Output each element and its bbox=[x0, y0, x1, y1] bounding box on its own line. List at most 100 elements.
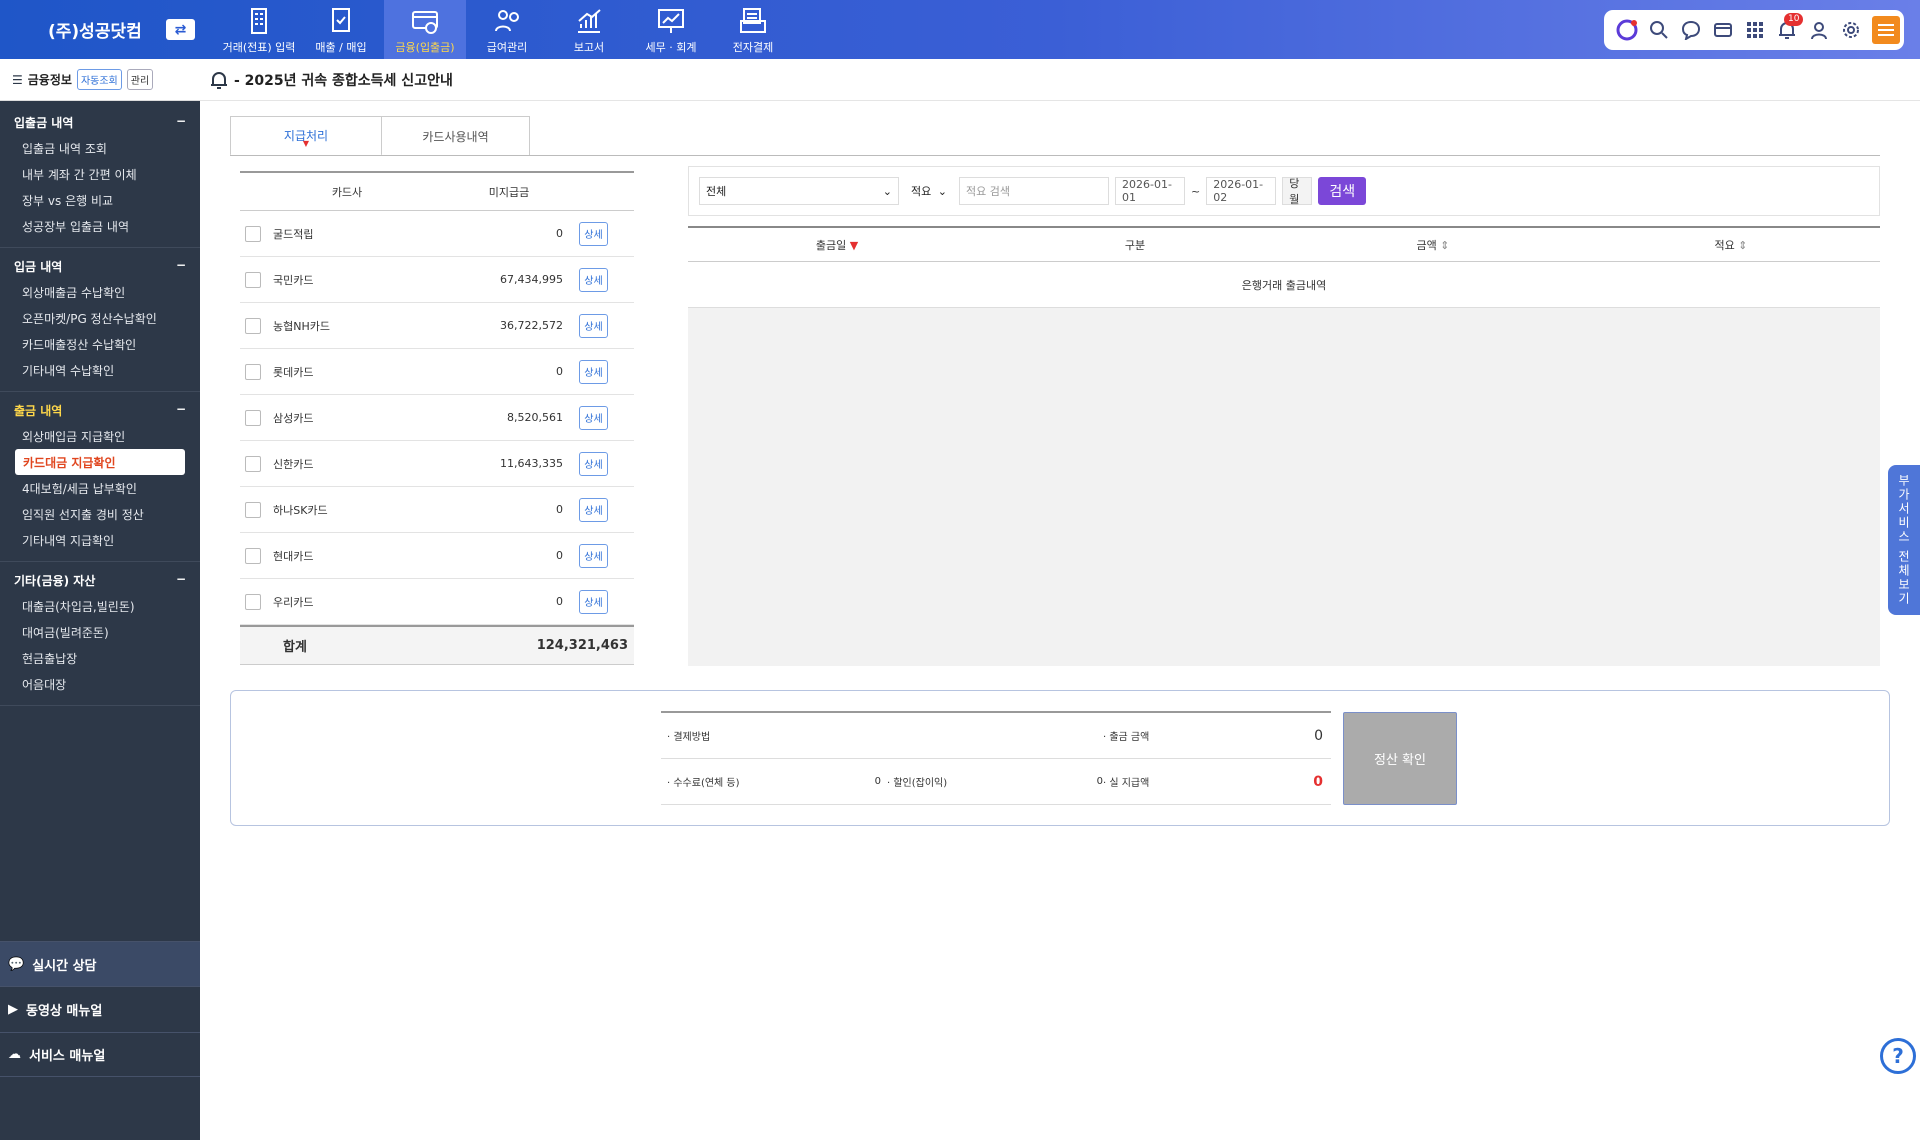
settlement-confirm-button[interactable]: 정산 확인 bbox=[1343, 712, 1457, 805]
play-icon: ▶ bbox=[8, 1001, 18, 1017]
sidebar-item[interactable]: 현금출납장 bbox=[0, 645, 200, 671]
sidebar-title: 금융정보 bbox=[27, 73, 72, 87]
sidebar-header: ☰ 금융정보 자동조회 관리 bbox=[0, 59, 200, 101]
detail-button[interactable]: 상세 bbox=[579, 313, 608, 338]
chat-icon: 💬 bbox=[8, 956, 25, 972]
sidebar-item-active[interactable]: 카드대금 지급확인 bbox=[15, 449, 185, 475]
sidebar-item[interactable]: 성공장부 입출금 내역 bbox=[0, 213, 200, 239]
card-payable-table: 카드사 미지급금 굴드적립 0 상세 국민카드 67,434,995 상세 농협NH카드… bbox=[240, 171, 634, 665]
sidebar-section: 입출금 내역 − 입출금 내역 조회 내부 계좌 간 간편 이체 장부 vs 은행… bbox=[0, 104, 200, 248]
sidebar-item[interactable]: 임직원 선지출 경비 정산 bbox=[0, 501, 200, 527]
detail-button[interactable]: 상세 bbox=[579, 267, 608, 292]
bell-icon[interactable]: 10 bbox=[1776, 13, 1804, 41]
payment-method-label: · 결제방법 bbox=[667, 732, 711, 743]
sidebar-item[interactable]: 오픈마켓/PG 정산수납확인 bbox=[0, 305, 200, 331]
sidebar-item[interactable]: 카드매출정산 수납확인 bbox=[0, 331, 200, 357]
sidebar-item[interactable]: 외상매입금 지급확인 bbox=[0, 423, 200, 449]
menu-e-payment[interactable]: 전자결제 bbox=[712, 0, 794, 59]
sidebar-item[interactable]: 기타내역 수납확인 bbox=[0, 357, 200, 383]
video-manual-button[interactable]: ▶ 동영상 매뉴얼 bbox=[0, 986, 200, 1031]
notice-text: - 2025년 귀속 종합소득세 신고안내 bbox=[234, 73, 453, 89]
hamburger-menu-icon[interactable] bbox=[1872, 16, 1900, 44]
manage-button[interactable]: 관리 bbox=[126, 69, 154, 90]
date-from-input[interactable]: 2026-01-01 bbox=[1115, 177, 1185, 205]
menu-transaction-entry[interactable]: 거래(전표) 입력 bbox=[218, 0, 300, 59]
discount-label: · 할인(잡이익) bbox=[887, 778, 948, 789]
tab-card-usage[interactable]: 카드사용내역 bbox=[382, 116, 530, 156]
gear-icon[interactable] bbox=[1840, 19, 1862, 41]
sidebar-item[interactable]: 4대보험/세금 납부확인 bbox=[0, 475, 200, 501]
detail-button[interactable]: 상세 bbox=[579, 451, 608, 476]
sidebar-section-title[interactable]: 입출금 내역 − bbox=[0, 110, 200, 135]
tab-payment-processing[interactable]: 지급처리 ▼ bbox=[230, 116, 382, 156]
row-checkbox[interactable] bbox=[245, 363, 261, 380]
column-header-memo[interactable]: 적요 ⇕ bbox=[1582, 237, 1880, 253]
card-icon[interactable] bbox=[1712, 19, 1734, 41]
detail-button[interactable]: 상세 bbox=[579, 589, 608, 614]
menu-label: 세무 · 회계 bbox=[645, 41, 697, 54]
menu-reports[interactable]: 보고서 bbox=[548, 0, 630, 59]
total-amount: 124,321,463 bbox=[536, 638, 628, 653]
column-header-amount[interactable]: 금액 ⇕ bbox=[1284, 237, 1582, 253]
menu-tax-accounting[interactable]: 세무 · 회계 bbox=[630, 0, 712, 59]
row-checkbox[interactable] bbox=[245, 317, 261, 334]
swap-company-button[interactable]: ⇄ bbox=[166, 19, 195, 40]
table-row: 신한카드 11,643,335 상세 bbox=[240, 441, 634, 487]
chat-bubble-icon[interactable] bbox=[1680, 19, 1702, 41]
date-to-input[interactable]: 2026-01-02 bbox=[1206, 177, 1277, 205]
auto-lookup-button[interactable]: 자동조회 bbox=[76, 69, 122, 90]
card-amount: 0 bbox=[556, 549, 563, 562]
search-icon[interactable] bbox=[1648, 19, 1670, 41]
row-checkbox[interactable] bbox=[245, 547, 261, 564]
detail-button[interactable]: 상세 bbox=[579, 405, 608, 430]
detail-button[interactable]: 상세 bbox=[579, 221, 608, 246]
column-header-date[interactable]: 출금일 ▼ bbox=[688, 237, 986, 253]
menu-payroll[interactable]: 급여관리 bbox=[466, 0, 548, 59]
type-select[interactable]: 전체 ⌄ bbox=[699, 177, 899, 205]
card-name: 현대카드 bbox=[273, 549, 314, 563]
sidebar-item[interactable]: 내부 계좌 간 간편 이체 bbox=[0, 161, 200, 187]
chatbot-icon[interactable] bbox=[1616, 19, 1638, 41]
row-checkbox[interactable] bbox=[245, 225, 261, 242]
keyword-input[interactable]: 적요 검색 bbox=[959, 177, 1109, 205]
card-amount: 0 bbox=[556, 595, 563, 608]
table-row: 삼성카드 8,520,561 상세 bbox=[240, 395, 634, 441]
additional-services-tab[interactable]: 부가서비스 전체보기 bbox=[1888, 465, 1920, 615]
row-checkbox[interactable] bbox=[245, 271, 261, 288]
sidebar-item[interactable]: 대여금(빌려준돈) bbox=[0, 619, 200, 645]
sidebar-item[interactable]: 외상매출금 수납확인 bbox=[0, 279, 200, 305]
menu-sales-purchase[interactable]: 매출 / 매입 bbox=[300, 0, 382, 59]
sidebar-item[interactable]: 어음대장 bbox=[0, 671, 200, 697]
menu-finance[interactable]: 금융(입출금) bbox=[384, 0, 466, 59]
sidebar-section-title[interactable]: 기타(금융) 자산 − bbox=[0, 568, 200, 593]
fee-value: 0 bbox=[874, 776, 881, 787]
chevron-down-icon: ⌄ bbox=[937, 184, 947, 198]
service-manual-button[interactable]: ☁ 서비스 매뉴얼 bbox=[0, 1032, 200, 1077]
live-chat-button[interactable]: 💬 실시간 상담 bbox=[0, 941, 200, 986]
sidebar-item[interactable]: 장부 vs 은행 비교 bbox=[0, 187, 200, 213]
column-header-type: 구분 bbox=[1124, 238, 1146, 252]
sidebar-section-title[interactable]: 출금 내역 − bbox=[0, 398, 200, 423]
search-button[interactable]: 검색 bbox=[1318, 177, 1367, 205]
sidebar-section-title[interactable]: 입금 내역 − bbox=[0, 254, 200, 279]
row-checkbox[interactable] bbox=[245, 409, 261, 426]
field-select[interactable]: 적요 ⌄ bbox=[905, 177, 953, 205]
row-checkbox[interactable] bbox=[245, 455, 261, 472]
detail-button[interactable]: 상세 bbox=[579, 543, 608, 568]
total-row: 합계 124,321,463 bbox=[240, 625, 634, 665]
checklist-icon: ☰ bbox=[12, 72, 23, 87]
menu-label: 급여관리 bbox=[486, 41, 528, 54]
help-icon[interactable]: ? bbox=[1880, 1038, 1916, 1074]
user-icon[interactable] bbox=[1808, 19, 1830, 41]
sidebar-item[interactable]: 입출금 내역 조회 bbox=[0, 135, 200, 161]
detail-button[interactable]: 상세 bbox=[579, 359, 608, 384]
menu-label: 전자결제 bbox=[732, 41, 774, 54]
detail-button[interactable]: 상세 bbox=[579, 497, 608, 522]
apps-grid-icon[interactable] bbox=[1744, 19, 1766, 41]
notice-banner[interactable]: - 2025년 귀속 종합소득세 신고안내 bbox=[210, 68, 453, 92]
row-checkbox[interactable] bbox=[245, 593, 261, 610]
this-month-button[interactable]: 당월 bbox=[1282, 177, 1313, 206]
sidebar-item[interactable]: 기타내역 지급확인 bbox=[0, 527, 200, 553]
row-checkbox[interactable] bbox=[245, 501, 261, 518]
sidebar-item[interactable]: 대출금(차입금,빌린돈) bbox=[0, 593, 200, 619]
